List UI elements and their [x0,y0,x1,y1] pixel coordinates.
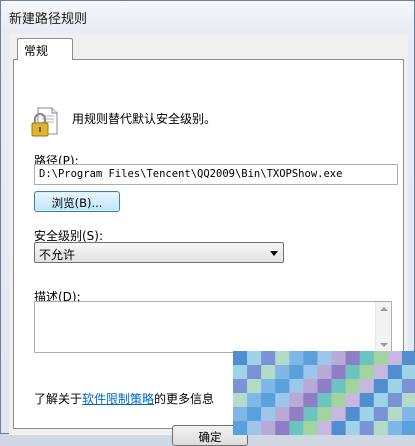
mosaic-tile [359,393,375,408]
mosaic-tile [401,379,415,394]
mosaic-tile [247,393,262,408]
mosaic-tile [401,365,415,380]
mosaic-tile [233,421,248,435]
mosaic-tile [359,421,375,435]
mosaic-tile [401,421,415,435]
mosaic-tile [359,379,375,394]
mosaic-tile [317,421,333,435]
mosaic-tile [387,407,403,422]
mosaic-tile [261,393,276,408]
description-scrollbar[interactable] [375,302,391,352]
mosaic-tile [233,365,248,380]
more-info-suffix: 的更多信息 [154,392,215,406]
mosaic-tile [247,407,262,422]
mosaic-tile [261,351,276,366]
scroll-up-icon[interactable] [380,307,388,311]
mosaic-tile [275,379,290,394]
mosaic-tile [331,379,347,394]
mosaic-tile [401,393,415,408]
mosaic-tile [331,365,347,380]
mosaic-tile [345,407,361,422]
mosaic-tile [275,365,290,380]
mosaic-tile [317,351,333,366]
mosaic-tile [373,351,389,366]
mosaic-tile [289,393,304,408]
mosaic-tile [303,421,318,435]
mosaic-tile [303,393,318,408]
mosaic-tile [373,407,389,422]
mosaic-tile [345,379,361,394]
mosaic-tile [373,393,389,408]
mosaic-tile [247,421,262,435]
mosaic-tile [289,421,304,435]
mosaic-tile [401,407,415,422]
mosaic-tile [359,351,375,366]
lock-document-icon [31,107,58,137]
mosaic-tile [331,421,347,435]
mosaic-tile [345,351,361,366]
scroll-down-icon[interactable] [380,343,388,347]
mosaic-tile [317,365,333,380]
mosaic-tile [317,379,333,394]
mosaic-tile [387,351,403,366]
mosaic-tile [331,351,347,366]
mosaic-tile [387,379,403,394]
mosaic-tile [303,365,318,380]
mosaic-tile [345,365,361,380]
mosaic-tile [387,365,403,380]
mosaic-tile [345,421,361,435]
title-bar[interactable]: 新建路径规则 [1,1,414,31]
security-level-value: 不允许 [39,248,76,262]
description-textarea[interactable] [34,301,392,353]
mosaic-tile [289,379,304,394]
mosaic-tile [303,407,318,422]
mosaic-tile [233,351,248,366]
mosaic-tile [289,365,304,380]
mosaic-tile [233,393,248,408]
dialog-window: 新建路径规则 常规 用规则替代默认安全级别。 路径(P): D:\Program… [0,0,415,446]
mosaic-tile [247,379,262,394]
tab-general[interactable]: 常规 [17,38,73,60]
mosaic-tile [275,351,290,366]
mosaic-tile [289,351,304,366]
mosaic-tile [275,393,290,408]
mosaic-tile [331,407,347,422]
mosaic-tile [331,393,347,408]
path-input[interactable]: D:\Program Files\Tencent\QQ2009\Bin\TXOP… [34,164,398,185]
chevron-down-icon [270,251,278,256]
mosaic-tile [261,365,276,380]
mosaic-tile [247,351,262,366]
window-title: 新建路径规则 [9,12,88,27]
mosaic-tile [303,379,318,394]
mosaic-tile [261,379,276,394]
software-restriction-policy-link[interactable]: 软件限制策略 [82,392,154,406]
more-info-prefix: 了解关于 [34,392,83,406]
mosaic-tile [275,407,290,422]
mosaic-tile [261,407,276,422]
more-info-line: 了解关于软件限制策略的更多信息 [34,390,214,407]
mosaic-tile [261,421,276,435]
mosaic-tile [233,379,248,394]
mosaic-watermark [233,351,415,435]
mosaic-tile [317,407,333,422]
tab-general-label: 常规 [24,44,49,58]
mosaic-tile [401,351,415,366]
mosaic-tile [387,421,403,435]
mosaic-tile [289,407,304,422]
mosaic-tile [303,351,318,366]
mosaic-tile [233,407,248,422]
mosaic-tile [317,393,333,408]
security-level-select[interactable]: 不允许 [34,242,284,263]
mosaic-tile [345,393,361,408]
mosaic-tile [373,365,389,380]
mosaic-tile [275,421,290,435]
mosaic-tile [359,365,375,380]
mosaic-tile [359,407,375,422]
mosaic-tile [387,393,403,408]
mosaic-tile [247,365,262,380]
mosaic-tile [373,379,389,394]
browse-button[interactable]: 浏览(B)... [34,191,120,212]
mosaic-tile [373,421,389,435]
rule-description-text: 用规则替代默认安全级别。 [72,112,217,126]
